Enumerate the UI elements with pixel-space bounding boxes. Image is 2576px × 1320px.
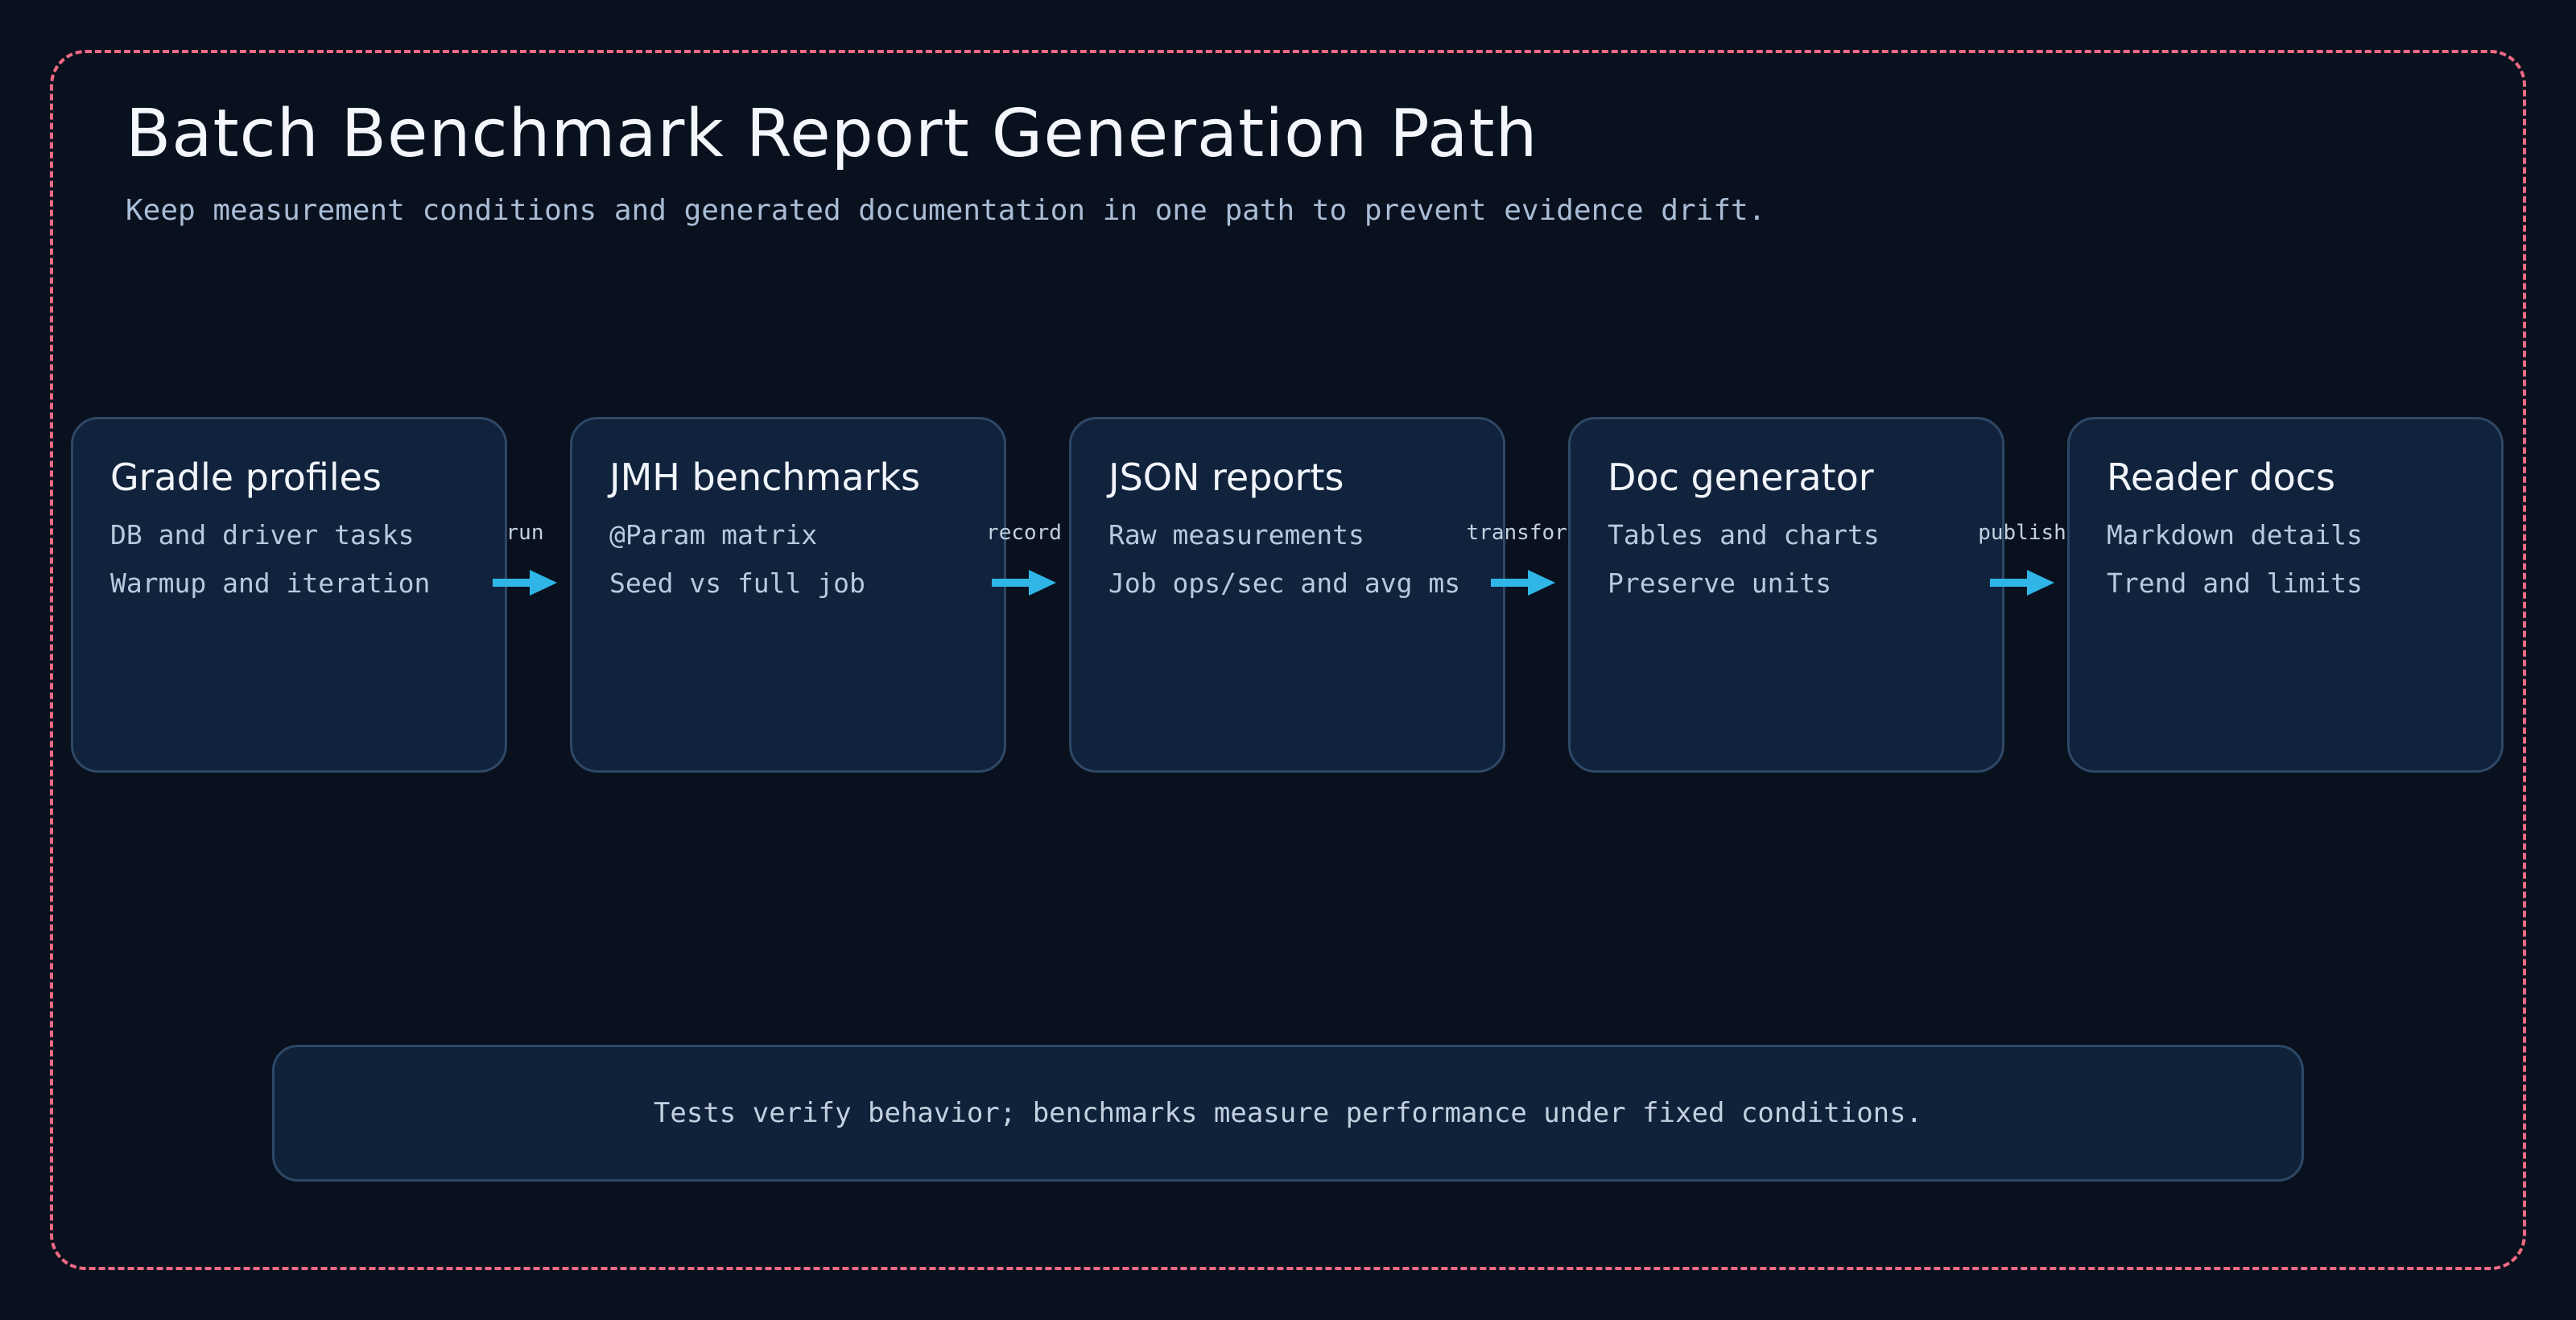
arrow-right-icon: [992, 570, 1056, 596]
node-detail: DB and driver tasks: [110, 519, 415, 551]
node-detail: Preserve units: [1608, 567, 1832, 599]
edge-publish: publish: [1978, 515, 2066, 644]
arrow-right-icon: [1491, 570, 1555, 596]
node-doc-generator: Doc generator Tables and charts Preserve…: [1568, 417, 2004, 773]
node-title: JSON reports: [1108, 456, 1344, 499]
edge-label: run: [506, 521, 544, 545]
node-title: JMH benchmarks: [609, 456, 921, 499]
edge-record: record: [986, 515, 1062, 644]
node-detail: Trend and limits: [2107, 567, 2363, 599]
edge-transform: transform: [1467, 515, 1579, 644]
diagram-title: Batch Benchmark Report Generation Path: [126, 96, 1538, 172]
edge-label: record: [986, 521, 1062, 545]
note-box: Tests verify behavior; benchmarks measur…: [272, 1045, 2304, 1182]
node-json-reports: JSON reports Raw measurements Job ops/se…: [1069, 417, 1505, 773]
node-detail: Raw measurements: [1108, 519, 1364, 551]
node-detail: Tables and charts: [1608, 519, 1880, 551]
diagram-subtitle: Keep measurement conditions and generate…: [126, 194, 1766, 227]
node-detail: @Param matrix: [609, 519, 818, 551]
edge-label: transform: [1466, 521, 1580, 545]
arrow-right-icon: [1990, 570, 2054, 596]
edge-label: publish: [1978, 521, 2066, 545]
node-detail: Seed vs full job: [609, 567, 865, 599]
note-text: Tests verify behavior; benchmarks measur…: [653, 1097, 1923, 1129]
node-detail: Warmup and iteration: [110, 567, 431, 599]
node-title: Doc generator: [1608, 456, 1874, 499]
arrow-right-icon: [493, 570, 557, 596]
node-detail: Markdown details: [2107, 519, 2363, 551]
node-title: Gradle profiles: [110, 456, 382, 499]
edge-run: run: [493, 515, 557, 644]
node-gradle-profiles: Gradle profiles DB and driver tasks Warm…: [71, 417, 507, 773]
node-detail: Job ops/sec and avg ms: [1108, 567, 1461, 599]
node-reader-docs: Reader docs Markdown details Trend and l…: [2067, 417, 2504, 773]
node-jmh-benchmarks: JMH benchmarks @Param matrix Seed vs ful…: [570, 417, 1006, 773]
node-title: Reader docs: [2107, 456, 2336, 499]
